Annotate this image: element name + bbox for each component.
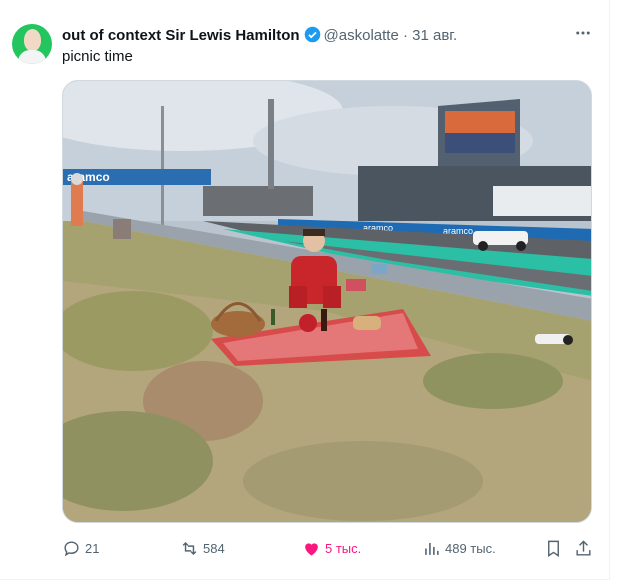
more-dots-icon[interactable] <box>574 24 592 47</box>
repost-count: 584 <box>203 540 225 556</box>
separator-dot: · <box>402 27 408 44</box>
heart-icon <box>305 542 318 556</box>
handle[interactable]: @askolatte <box>324 27 399 44</box>
picnic-scene-image: aramco aramco aramco <box>63 81 591 522</box>
bookmark-button[interactable] <box>544 538 563 558</box>
reply-count: 21 <box>85 540 100 556</box>
reply-icon <box>64 540 79 556</box>
like-count: 5 тыс. <box>325 540 362 556</box>
views-button[interactable]: 489 тыс. <box>422 538 496 558</box>
action-bar: 21 584 5 тыс. 489 тыс. <box>62 538 592 558</box>
verified-badge-icon <box>304 26 320 43</box>
display-name[interactable]: out of context Sir Lewis Hamilton <box>62 27 300 44</box>
bookmark-icon <box>548 540 559 557</box>
views-chart-icon <box>425 542 439 555</box>
avatar[interactable] <box>12 24 52 64</box>
tweet-header: out of context Sir Lewis Hamilton @askola… <box>62 26 457 44</box>
share-button[interactable] <box>574 538 593 558</box>
reply-button[interactable]: 21 <box>62 538 99 558</box>
share-icon <box>576 539 591 556</box>
repost-icon <box>182 541 197 555</box>
views-count: 489 тыс. <box>445 540 496 556</box>
repost-button[interactable]: 584 <box>180 538 225 558</box>
tweet-text: picnic time <box>62 48 133 65</box>
tweet-date[interactable]: 31 авг. <box>412 27 457 44</box>
like-button[interactable]: 5 тыс. <box>302 538 361 558</box>
tweet-photo[interactable]: aramco aramco aramco <box>62 80 592 523</box>
tweet-card[interactable]: out of context Sir Lewis Hamilton @askola… <box>0 0 610 580</box>
